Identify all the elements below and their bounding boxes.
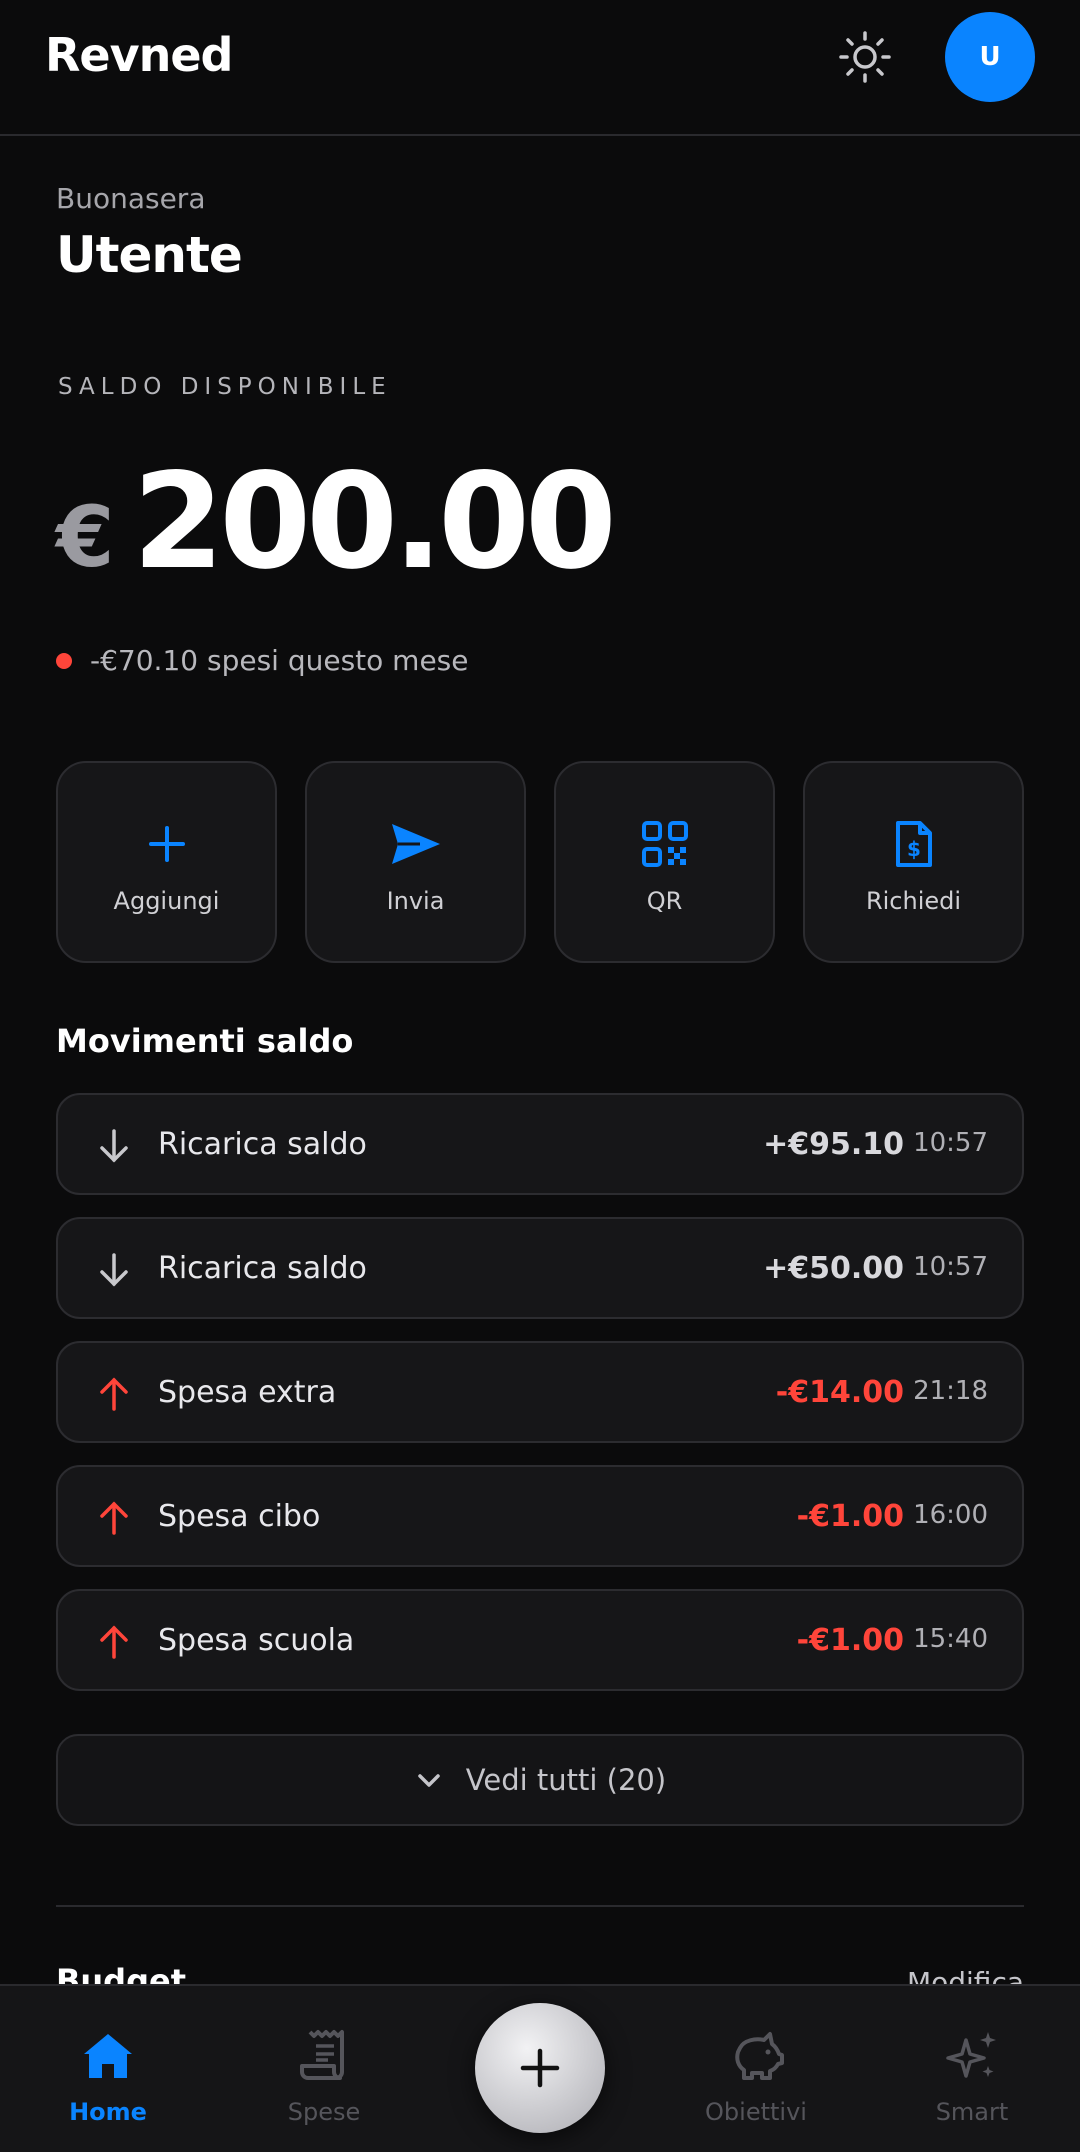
add-funds-button[interactable]: Aggiungi xyxy=(56,761,277,963)
arrow-up-icon xyxy=(100,1501,128,1535)
piggy-bank-icon xyxy=(735,2032,784,2080)
chevron-down-icon xyxy=(418,1774,440,1787)
arrow-up-icon xyxy=(100,1625,128,1659)
section-divider xyxy=(56,1905,1024,1907)
home-icon xyxy=(84,2034,132,2078)
app-root: Revned U Buonasera Utente SALDO DISPONIB xyxy=(0,0,1080,2152)
svg-text:$: $ xyxy=(907,837,921,861)
arrow-up-icon xyxy=(100,1377,128,1411)
arrow-down-icon xyxy=(100,1253,128,1287)
movement-label: Ricarica saldo xyxy=(158,1251,367,1286)
movement-amount: -€14.00 xyxy=(775,1375,904,1410)
movement-time: 16:00 xyxy=(913,1500,988,1530)
sun-icon xyxy=(839,31,891,83)
see-all-label: Vedi tutti (20) xyxy=(465,1763,667,1797)
nav-obiettivi-label: Obiettivi xyxy=(705,2098,807,2126)
movement-label: Ricarica saldo xyxy=(158,1127,367,1162)
list-item[interactable]: Spesa cibo -€1.00 16:00 xyxy=(56,1465,1024,1567)
list-item[interactable]: Spesa extra -€14.00 21:18 xyxy=(56,1341,1024,1443)
movement-amount: -€1.00 xyxy=(796,1623,904,1658)
movement-time: 10:57 xyxy=(913,1128,988,1158)
monthly-spent-row: -€70.10 spesi questo mese xyxy=(56,644,469,677)
send-label: Invia xyxy=(386,887,445,915)
spent-indicator-dot xyxy=(56,652,72,669)
greeting-username: Utente xyxy=(56,226,243,284)
theme-toggle-button[interactable] xyxy=(832,24,898,90)
list-item[interactable]: Ricarica saldo +€95.10 10:57 xyxy=(56,1093,1024,1195)
nav-smart-label: Smart xyxy=(935,2098,1009,2126)
list-item[interactable]: Spesa scuola -€1.00 15:40 xyxy=(56,1589,1024,1691)
movement-amount: +€95.10 xyxy=(763,1127,904,1162)
nav-obiettivi[interactable]: Obiettivi xyxy=(676,2026,836,2126)
nav-spese[interactable]: Spese xyxy=(244,2026,404,2126)
qr-label: QR xyxy=(646,887,683,915)
quick-actions: Aggiungi Invia QR $ Richiedi xyxy=(56,761,1024,963)
balance-currency: € xyxy=(56,488,115,586)
nav-home-label: Home xyxy=(69,2098,147,2126)
qr-icon xyxy=(641,821,688,867)
balance-amount: 200.00 xyxy=(132,445,616,599)
see-all-button[interactable]: Vedi tutti (20) xyxy=(56,1734,1024,1826)
plus-icon xyxy=(148,826,185,862)
plus-icon xyxy=(520,2048,560,2088)
request-button[interactable]: $ Richiedi xyxy=(803,761,1024,963)
monthly-spent-text: -€70.10 spesi questo mese xyxy=(90,644,469,677)
movements-list: Ricarica saldo +€95.10 10:57 Ricarica sa… xyxy=(56,1093,1024,1713)
movement-time: 21:18 xyxy=(913,1376,988,1406)
nav-spese-label: Spese xyxy=(287,2098,361,2126)
balance-display: € 200.00 xyxy=(56,445,617,599)
add-funds-label: Aggiungi xyxy=(113,887,220,915)
greeting-salutation: Buonasera xyxy=(56,182,206,215)
movement-time: 15:40 xyxy=(913,1624,988,1654)
add-transaction-fab[interactable] xyxy=(475,2003,605,2133)
brand-logo: Revned xyxy=(45,28,233,82)
avatar[interactable]: U xyxy=(945,12,1035,102)
send-icon xyxy=(391,824,440,864)
qr-button[interactable]: QR xyxy=(554,761,775,963)
arrow-down-icon xyxy=(100,1129,128,1163)
list-item[interactable]: Ricarica saldo +€50.00 10:57 xyxy=(56,1217,1024,1319)
movement-amount: -€1.00 xyxy=(796,1499,904,1534)
movement-time: 10:57 xyxy=(913,1252,988,1282)
invoice-icon: $ xyxy=(895,821,932,867)
movement-label: Spesa cibo xyxy=(158,1499,321,1534)
sparkles-icon xyxy=(946,2032,996,2078)
movement-label: Spesa extra xyxy=(158,1375,337,1410)
request-label: Richiedi xyxy=(865,887,962,915)
nav-smart[interactable]: Smart xyxy=(892,2026,1052,2126)
receipt-icon xyxy=(300,2030,344,2080)
balance-label: SALDO DISPONIBILE xyxy=(58,374,392,400)
send-button[interactable]: Invia xyxy=(305,761,526,963)
movement-amount: +€50.00 xyxy=(763,1251,904,1286)
movement-label: Spesa scuola xyxy=(158,1623,355,1658)
nav-home[interactable]: Home xyxy=(28,2026,188,2126)
movements-title: Movimenti saldo xyxy=(56,1022,354,1060)
top-bar: Revned U xyxy=(0,0,1080,136)
